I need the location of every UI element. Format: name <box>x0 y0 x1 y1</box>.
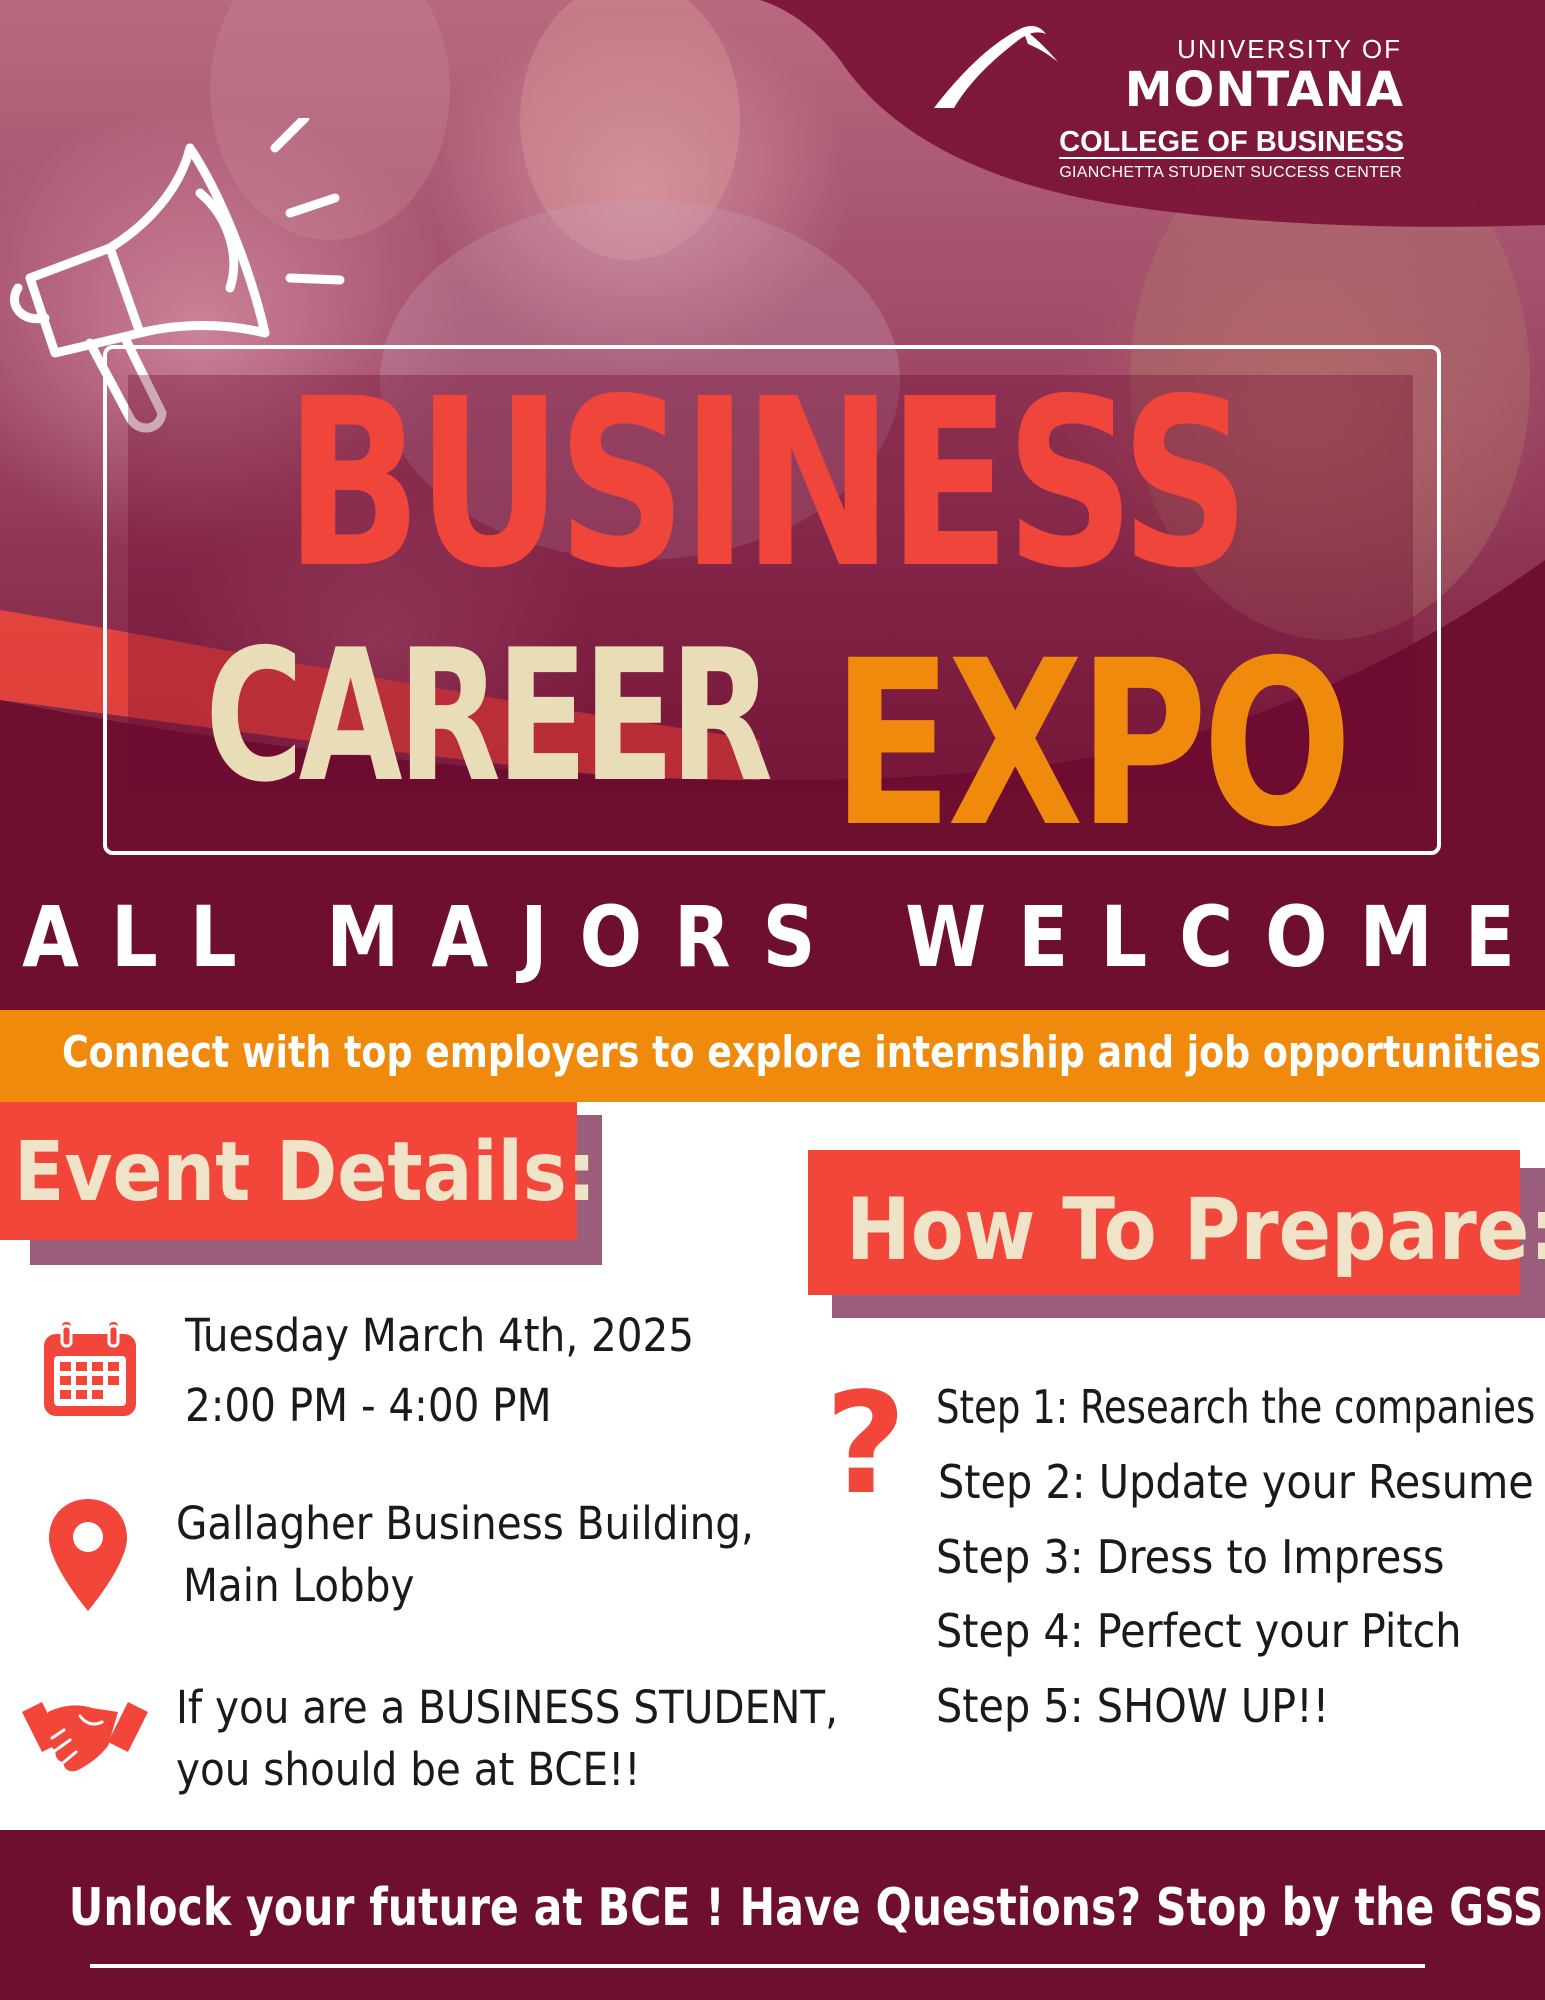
step-5: Step 5: SHOW UP!! <box>936 1679 1330 1733</box>
logo-gssc: GIANCHETTA STUDENT SUCCESS CENTER <box>1059 164 1402 181</box>
step-3: Step 3: Dress to Impress <box>936 1530 1445 1584</box>
event-details-heading: Event Details: <box>14 1125 597 1220</box>
step-1: Step 1: Research the companies <box>936 1380 1536 1434</box>
footer-text: Unlock your future at BCE ! Have Questio… <box>68 1878 1545 1938</box>
logo-montana: MONTANA <box>1124 62 1404 118</box>
event-time: 2:00 PM - 4:00 PM <box>185 1379 552 1432</box>
event-date: Tuesday March 4th, 2025 <box>185 1309 695 1362</box>
university-logo: UNIVERSITY OF MONTANA COLLEGE OF BUSINES… <box>930 22 1420 192</box>
mountain-logo-icon <box>934 26 1058 108</box>
connect-banner-text: Connect with top employers to explore in… <box>61 1027 1545 1078</box>
logo-college-of-business: COLLEGE OF BUSINESS <box>1059 126 1404 158</box>
calendar-icon <box>44 1322 136 1416</box>
headline-career: CAREER <box>205 610 773 822</box>
all-majors-welcome: ALL MAJORS WELCOME <box>22 888 1545 986</box>
headline-expo: EXPO <box>832 611 1352 877</box>
footer-divider <box>90 1964 1425 1968</box>
handshake-icon <box>22 1702 148 1772</box>
location-line1: Gallagher Business Building, <box>176 1497 754 1550</box>
location-pin-icon <box>49 1499 127 1611</box>
question-icon: ? <box>825 1363 907 1526</box>
headline-business: BUSINESS <box>285 349 1250 619</box>
hero-photo-background: UNIVERSITY OF MONTANA COLLEGE OF BUSINES… <box>0 0 1545 1010</box>
step-2: Step 2: Update your Resume <box>938 1455 1534 1509</box>
note-line2: you should be at BCE!! <box>176 1743 641 1796</box>
prepare-heading: How To Prepare: <box>846 1180 1545 1280</box>
note-line1: If you are a BUSINESS STUDENT, <box>176 1681 838 1734</box>
location-line2: Main Lobby <box>183 1559 415 1612</box>
step-4: Step 4: Perfect your Pitch <box>936 1604 1462 1658</box>
logo-university-of: UNIVERSITY OF <box>1177 34 1402 64</box>
